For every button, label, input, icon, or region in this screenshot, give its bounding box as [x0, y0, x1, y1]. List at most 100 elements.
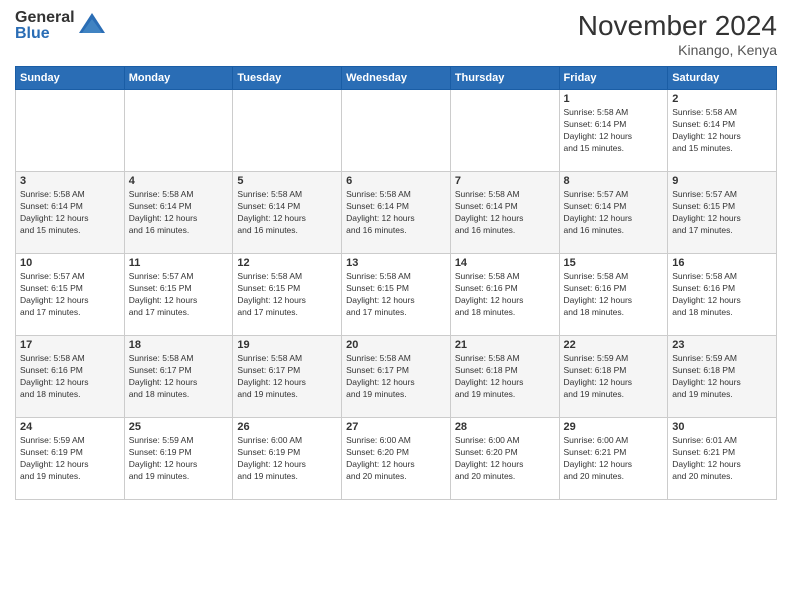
day-info: Sunrise: 5:57 AM Sunset: 6:15 PM Dayligh…	[672, 189, 772, 237]
table-row: 7Sunrise: 5:58 AM Sunset: 6:14 PM Daylig…	[450, 172, 559, 254]
day-number: 6	[346, 175, 446, 187]
day-number: 26	[237, 421, 337, 433]
day-info: Sunrise: 5:57 AM Sunset: 6:14 PM Dayligh…	[564, 189, 664, 237]
header: General Blue November 2024 Kinango, Keny…	[15, 10, 777, 58]
table-row: 5 Sunrise: 5:58 AM Sunset: 6:14 PM Daylig…	[233, 172, 342, 254]
day-info: Sunrise: 5:58 AM Sunset: 6:16 PM Dayligh…	[20, 353, 120, 401]
day-info: Sunrise: 5:58 AM Sunset: 6:16 PM Dayligh…	[455, 271, 555, 319]
day-number: 29	[564, 421, 664, 433]
table-row: 10 Sunrise: 5:57 AM Sunset: 6:15 PM Dayli…	[16, 254, 125, 336]
logo-general-text: General	[15, 10, 75, 26]
table-row: 21 Sunrise: 5:58 AM Sunset: 6:18 PM Dayli…	[450, 336, 559, 418]
col-wednesday: Wednesday	[342, 67, 451, 90]
day-number: 19	[237, 339, 337, 351]
day-number: 23	[672, 339, 772, 351]
day-info: Sunrise: 6:00 AM Sunset: 6:19 PM Dayligh…	[237, 435, 337, 483]
day-number: 30	[672, 421, 772, 433]
day-number: 1	[564, 93, 664, 105]
calendar-week-row: 17Sunrise: 5:58 AM Sunset: 6:16 PM Dayli…	[16, 336, 777, 418]
table-row: 27 Sunrise: 6:00 AM Sunset: 6:20 PM Dayli…	[342, 418, 451, 500]
calendar-week-row: 10 Sunrise: 5:57 AM Sunset: 6:15 PM Dayli…	[16, 254, 777, 336]
table-row: 18 Sunrise: 5:58 AM Sunset: 6:17 PM Dayli…	[124, 336, 233, 418]
table-row: 2Sunrise: 5:58 AM Sunset: 6:14 PM Daylig…	[668, 90, 777, 172]
day-number: 5	[237, 175, 337, 187]
day-info: Sunrise: 6:01 AM Sunset: 6:21 PM Dayligh…	[672, 435, 772, 483]
table-row	[233, 90, 342, 172]
day-info: Sunrise: 5:58 AM Sunset: 6:14 PM Dayligh…	[237, 189, 337, 237]
col-friday: Friday	[559, 67, 668, 90]
day-info: Sunrise: 5:58 AM Sunset: 6:17 PM Dayligh…	[129, 353, 229, 401]
table-row: 22 Sunrise: 5:59 AM Sunset: 6:18 PM Dayli…	[559, 336, 668, 418]
table-row: 28 Sunrise: 6:00 AM Sunset: 6:20 PM Dayli…	[450, 418, 559, 500]
table-row: 14 Sunrise: 5:58 AM Sunset: 6:16 PM Dayli…	[450, 254, 559, 336]
day-info: Sunrise: 5:58 AM Sunset: 6:14 PM Dayligh…	[564, 107, 664, 155]
calendar: Sunday Monday Tuesday Wednesday Thursday…	[15, 66, 777, 500]
table-row: 8 Sunrise: 5:57 AM Sunset: 6:14 PM Daylig…	[559, 172, 668, 254]
day-number: 10	[20, 257, 120, 269]
col-sunday: Sunday	[16, 67, 125, 90]
table-row	[16, 90, 125, 172]
day-info: Sunrise: 5:58 AM Sunset: 6:18 PM Dayligh…	[455, 353, 555, 401]
table-row: 15Sunrise: 5:58 AM Sunset: 6:16 PM Dayli…	[559, 254, 668, 336]
day-info: Sunrise: 5:58 AM Sunset: 6:17 PM Dayligh…	[237, 353, 337, 401]
day-number: 16	[672, 257, 772, 269]
table-row: 1 Sunrise: 5:58 AM Sunset: 6:14 PM Daylig…	[559, 90, 668, 172]
calendar-header-row: Sunday Monday Tuesday Wednesday Thursday…	[16, 67, 777, 90]
title-section: November 2024 Kinango, Kenya	[578, 10, 777, 58]
day-info: Sunrise: 5:58 AM Sunset: 6:15 PM Dayligh…	[237, 271, 337, 319]
day-info: Sunrise: 5:58 AM Sunset: 6:16 PM Dayligh…	[672, 271, 772, 319]
day-number: 8	[564, 175, 664, 187]
table-row: 26 Sunrise: 6:00 AM Sunset: 6:19 PM Dayli…	[233, 418, 342, 500]
table-row: 25 Sunrise: 5:59 AM Sunset: 6:19 PM Dayli…	[124, 418, 233, 500]
day-number: 21	[455, 339, 555, 351]
table-row	[450, 90, 559, 172]
day-info: Sunrise: 6:00 AM Sunset: 6:20 PM Dayligh…	[455, 435, 555, 483]
table-row: 29Sunrise: 6:00 AM Sunset: 6:21 PM Dayli…	[559, 418, 668, 500]
day-info: Sunrise: 5:58 AM Sunset: 6:15 PM Dayligh…	[346, 271, 446, 319]
day-number: 22	[564, 339, 664, 351]
day-number: 11	[129, 257, 229, 269]
table-row: 4 Sunrise: 5:58 AM Sunset: 6:14 PM Daylig…	[124, 172, 233, 254]
month-title: November 2024	[578, 10, 777, 42]
day-info: Sunrise: 5:59 AM Sunset: 6:18 PM Dayligh…	[564, 353, 664, 401]
day-info: Sunrise: 5:59 AM Sunset: 6:19 PM Dayligh…	[129, 435, 229, 483]
table-row: 24 Sunrise: 5:59 AM Sunset: 6:19 PM Dayli…	[16, 418, 125, 500]
day-number: 2	[672, 93, 772, 105]
day-info: Sunrise: 5:59 AM Sunset: 6:19 PM Dayligh…	[20, 435, 120, 483]
day-number: 25	[129, 421, 229, 433]
day-info: Sunrise: 5:58 AM Sunset: 6:17 PM Dayligh…	[346, 353, 446, 401]
day-number: 7	[455, 175, 555, 187]
day-number: 20	[346, 339, 446, 351]
day-number: 18	[129, 339, 229, 351]
col-thursday: Thursday	[450, 67, 559, 90]
day-info: Sunrise: 5:57 AM Sunset: 6:15 PM Dayligh…	[20, 271, 120, 319]
calendar-week-row: 24 Sunrise: 5:59 AM Sunset: 6:19 PM Dayli…	[16, 418, 777, 500]
day-info: Sunrise: 5:59 AM Sunset: 6:18 PM Dayligh…	[672, 353, 772, 401]
table-row: 12Sunrise: 5:58 AM Sunset: 6:15 PM Dayli…	[233, 254, 342, 336]
day-info: Sunrise: 5:58 AM Sunset: 6:14 PM Dayligh…	[129, 189, 229, 237]
day-info: Sunrise: 6:00 AM Sunset: 6:20 PM Dayligh…	[346, 435, 446, 483]
day-info: Sunrise: 5:58 AM Sunset: 6:14 PM Dayligh…	[20, 189, 120, 237]
col-monday: Monday	[124, 67, 233, 90]
day-number: 28	[455, 421, 555, 433]
day-number: 24	[20, 421, 120, 433]
col-tuesday: Tuesday	[233, 67, 342, 90]
col-saturday: Saturday	[668, 67, 777, 90]
day-number: 13	[346, 257, 446, 269]
table-row: 3Sunrise: 5:58 AM Sunset: 6:14 PM Daylig…	[16, 172, 125, 254]
day-number: 4	[129, 175, 229, 187]
page: General Blue November 2024 Kinango, Keny…	[0, 0, 792, 612]
day-info: Sunrise: 5:58 AM Sunset: 6:16 PM Dayligh…	[564, 271, 664, 319]
day-info: Sunrise: 5:58 AM Sunset: 6:14 PM Dayligh…	[346, 189, 446, 237]
table-row: 30 Sunrise: 6:01 AM Sunset: 6:21 PM Dayli…	[668, 418, 777, 500]
day-number: 14	[455, 257, 555, 269]
table-row: 6 Sunrise: 5:58 AM Sunset: 6:14 PM Daylig…	[342, 172, 451, 254]
logo-icon	[77, 11, 107, 41]
day-number: 27	[346, 421, 446, 433]
table-row	[342, 90, 451, 172]
table-row: 13 Sunrise: 5:58 AM Sunset: 6:15 PM Dayli…	[342, 254, 451, 336]
table-row: 16 Sunrise: 5:58 AM Sunset: 6:16 PM Dayli…	[668, 254, 777, 336]
day-info: Sunrise: 5:57 AM Sunset: 6:15 PM Dayligh…	[129, 271, 229, 319]
logo: General Blue	[15, 10, 107, 42]
table-row: 9Sunrise: 5:57 AM Sunset: 6:15 PM Daylig…	[668, 172, 777, 254]
